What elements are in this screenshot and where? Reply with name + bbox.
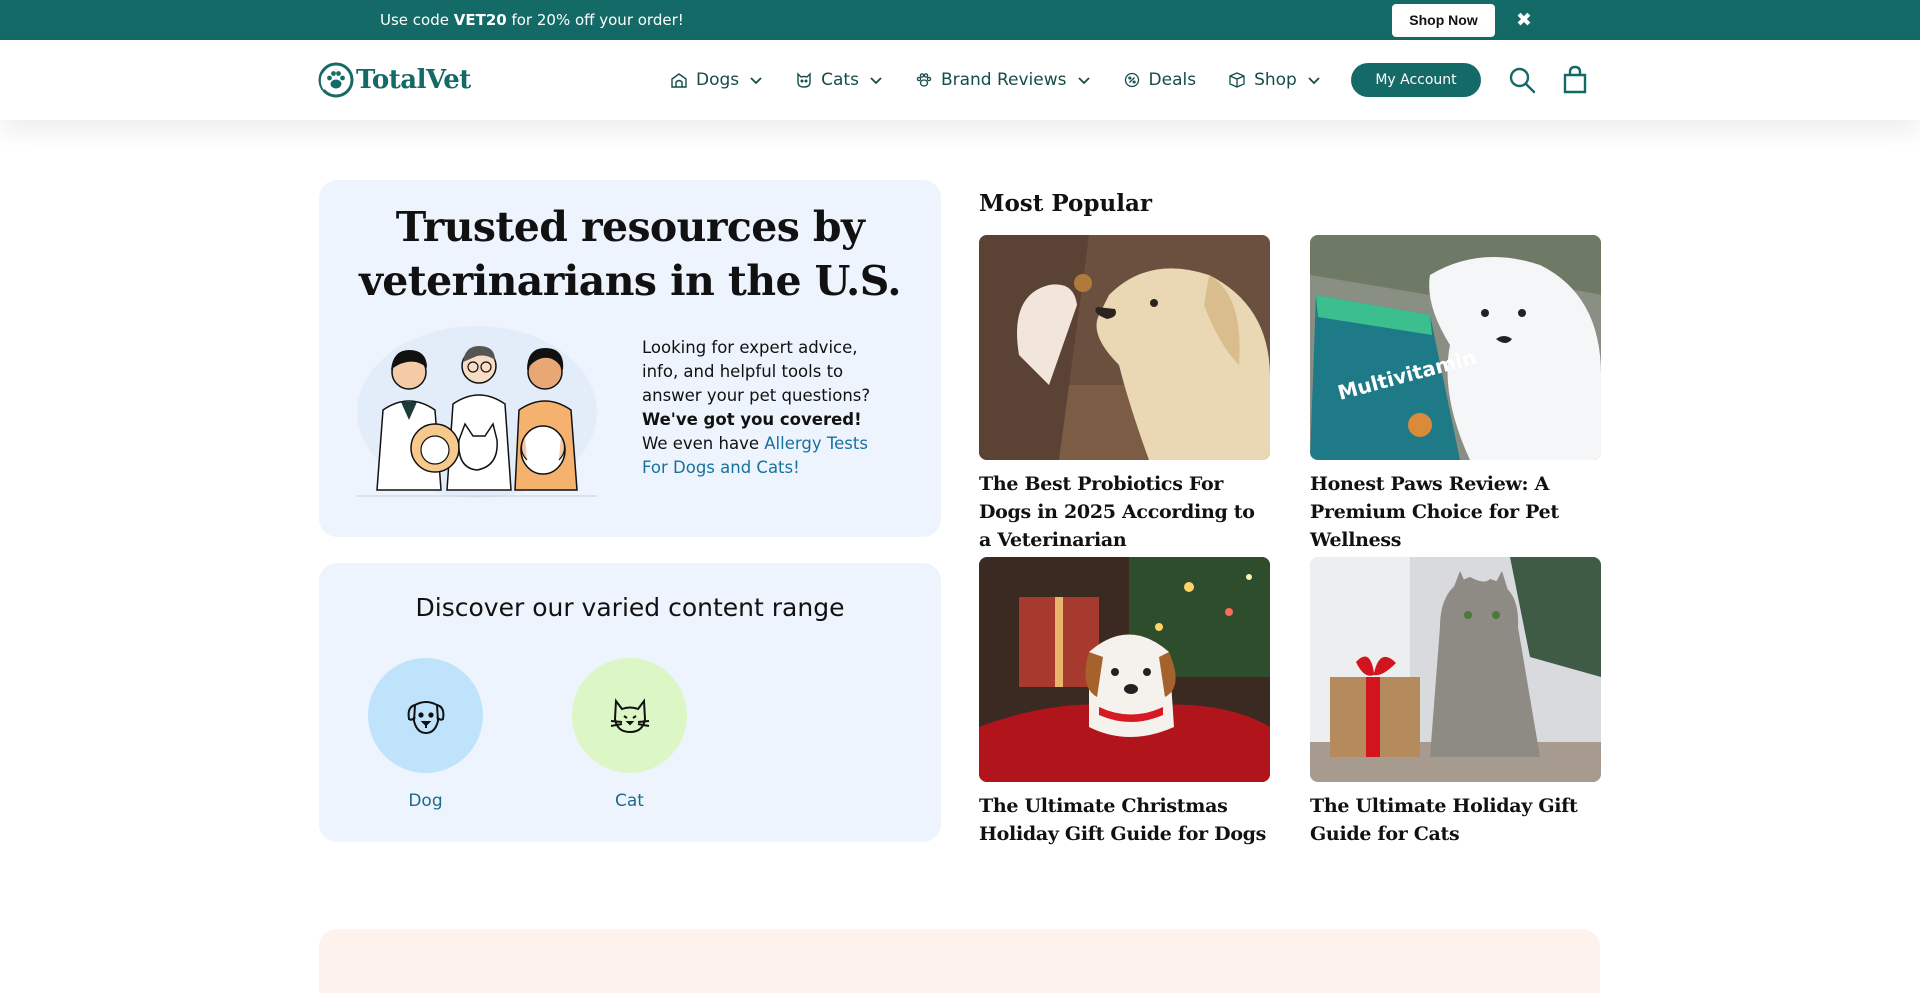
logo[interactable]: TotalVet bbox=[318, 62, 471, 98]
puppy-christmas-photo[interactable] bbox=[979, 557, 1270, 782]
chevron-down-icon bbox=[1077, 77, 1090, 85]
paw-icon bbox=[916, 73, 932, 87]
chevron-down-icon bbox=[870, 77, 882, 85]
hero-description: Looking for expert advice, info, and hel… bbox=[642, 338, 871, 477]
article-title[interactable]: Honest Paws Review: A Premium Choice for… bbox=[1310, 470, 1601, 554]
chevron-down-icon bbox=[1308, 77, 1320, 85]
article-title[interactable]: The Best Probiotics For Dogs in 2025 Acc… bbox=[979, 470, 1270, 554]
nav-label-brand-reviews: Brand Reviews bbox=[940, 70, 1067, 90]
article-card[interactable]: The Ultimate Holiday Gift Guide for Cats bbox=[1310, 557, 1601, 848]
nav-label-deals: Deals bbox=[1148, 70, 1197, 90]
close-icon[interactable]: ✖ bbox=[1510, 6, 1538, 34]
paw-logo-icon bbox=[318, 62, 354, 98]
article-card[interactable]: Multivitamin Honest Paws Review: A Premi… bbox=[1310, 235, 1601, 554]
category-dog-label[interactable]: Dog bbox=[368, 791, 483, 811]
discover-title: Discover our varied content range bbox=[415, 593, 845, 622]
logo-text: TotalVet bbox=[356, 65, 471, 95]
chevron-down-icon bbox=[750, 77, 762, 85]
nav-item-deals[interactable]: Deals bbox=[1123, 40, 1197, 120]
golden-retriever-treat-photo[interactable] bbox=[979, 235, 1270, 460]
hero-title: Trusted resources by veterinarians in th… bbox=[359, 203, 901, 305]
promo-banner: Use code VET20 for 20% off your order! S… bbox=[0, 0, 1920, 40]
most-popular-heading: Most Popular bbox=[979, 190, 1152, 217]
box-icon bbox=[1229, 72, 1245, 88]
shopping-bag-icon[interactable] bbox=[1561, 65, 1589, 95]
article-card[interactable]: The Best Probiotics For Dogs in 2025 Acc… bbox=[979, 235, 1270, 554]
shop-now-button[interactable]: Shop Now bbox=[1392, 4, 1495, 37]
tag-icon bbox=[1124, 72, 1139, 88]
main-nav: Dogs Cats Brand Reviews Deals Shop bbox=[670, 40, 1353, 120]
samoyed-multivitamin-photo[interactable]: Multivitamin bbox=[1310, 235, 1601, 460]
nav-label-cats: Cats bbox=[821, 70, 859, 90]
veterinarians-illustration bbox=[357, 326, 597, 498]
cat-gift-photo[interactable] bbox=[1310, 557, 1601, 782]
nav-item-cats[interactable]: Cats bbox=[795, 40, 883, 120]
site-header: TotalVet Dogs Cats Brand Reviews Deals S… bbox=[0, 40, 1920, 120]
nav-item-shop[interactable]: Shop bbox=[1228, 40, 1321, 120]
promo-code: VET20 bbox=[453, 11, 507, 29]
hero-card: Trusted resources by veterinarians in th… bbox=[319, 180, 941, 537]
category-dog-button[interactable] bbox=[368, 658, 483, 773]
article-title[interactable]: The Ultimate Holiday Gift Guide for Cats bbox=[1310, 792, 1601, 848]
dog-icon bbox=[407, 700, 444, 734]
cat-face-icon bbox=[797, 72, 811, 88]
category-cat-button[interactable] bbox=[572, 658, 687, 773]
nav-label-dogs: Dogs bbox=[696, 70, 740, 90]
promo-text: Use code VET20 for 20% off your order! bbox=[380, 11, 684, 29]
cat-icon bbox=[610, 697, 649, 733]
discover-card: Discover our varied content range Dog Ca… bbox=[319, 563, 941, 842]
nav-item-brand-reviews[interactable]: Brand Reviews bbox=[915, 40, 1091, 120]
article-card[interactable]: The Ultimate Christmas Holiday Gift Guid… bbox=[979, 557, 1270, 848]
article-title[interactable]: The Ultimate Christmas Holiday Gift Guid… bbox=[979, 792, 1270, 848]
dog-house-icon bbox=[671, 73, 687, 88]
my-account-button[interactable]: My Account bbox=[1351, 63, 1481, 97]
search-icon[interactable] bbox=[1507, 65, 1537, 95]
category-cat-label[interactable]: Cat bbox=[572, 791, 687, 811]
featured-section bbox=[319, 929, 1600, 993]
nav-label-shop: Shop bbox=[1254, 70, 1297, 90]
nav-item-dogs[interactable]: Dogs bbox=[670, 40, 763, 120]
